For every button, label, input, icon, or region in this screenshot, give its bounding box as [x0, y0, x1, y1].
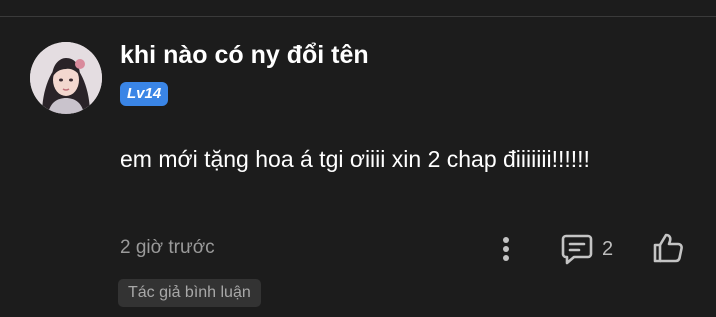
like-button[interactable]	[648, 228, 688, 268]
top-divider	[0, 16, 716, 17]
avatar[interactable]	[30, 42, 102, 114]
level-badge: Lv14	[120, 82, 169, 106]
avatar-image	[30, 42, 102, 114]
comment-bubble-icon	[561, 234, 593, 265]
more-options-button[interactable]	[490, 229, 522, 269]
author-comment-tag: Tác giả bình luận	[118, 279, 261, 307]
comment-timestamp: 2 giờ trước	[120, 237, 215, 258]
more-vertical-icon	[503, 237, 509, 261]
thumbs-up-icon	[653, 233, 683, 263]
reply-count: 2	[602, 237, 614, 260]
comment-text: em mới tặng hoa á tgi ơiiii xin 2 chap đ…	[120, 146, 590, 172]
reply-button[interactable]: 2	[560, 229, 613, 269]
comment-username[interactable]: khi nào có ny đổi tên	[120, 41, 369, 70]
